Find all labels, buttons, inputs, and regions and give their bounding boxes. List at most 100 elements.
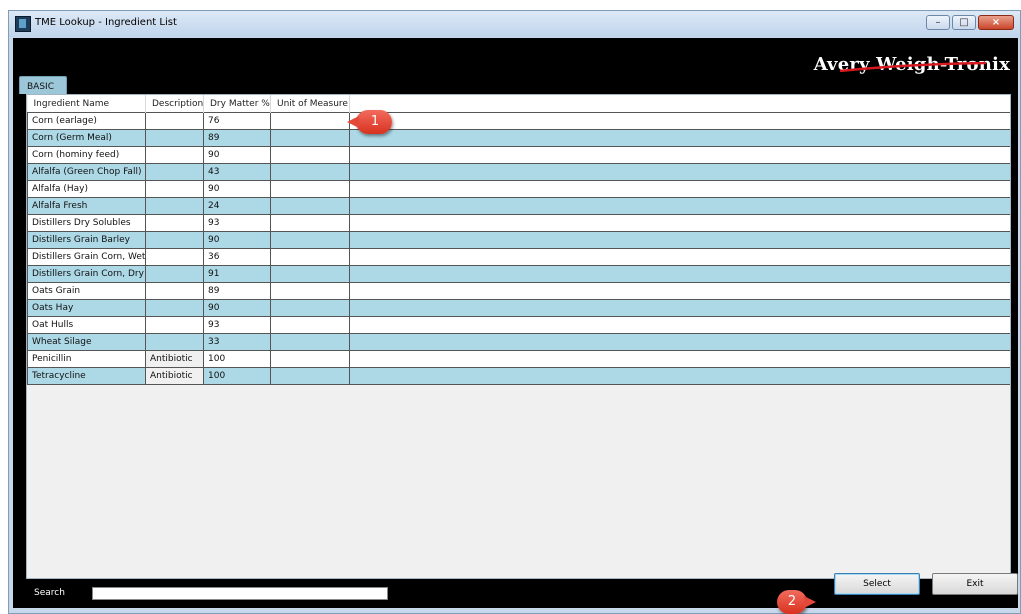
cell-unit-of-measure[interactable] <box>270 350 350 368</box>
cell-description[interactable] <box>145 299 204 317</box>
table-row[interactable]: Alfalfa (Hay) 90 <box>27 180 1010 198</box>
table-row[interactable]: Corn (hominy feed) 90 <box>27 146 1010 164</box>
cell-unit-of-measure[interactable] <box>270 282 350 300</box>
column-header-description[interactable]: Description <box>145 95 204 113</box>
cell-ingredient-name[interactable]: Distillers Grain Corn, Dry <box>27 265 146 283</box>
title-bar[interactable]: TME Lookup - Ingredient List – □ × <box>9 11 1020 37</box>
cell-description[interactable] <box>145 146 204 164</box>
cell-filler <box>349 231 1010 249</box>
cell-ingredient-name[interactable]: Oat Hulls <box>27 316 146 334</box>
table-row[interactable]: Tetracycline Antibiotic 100 <box>27 367 1010 385</box>
cell-unit-of-measure[interactable] <box>270 316 350 334</box>
cell-description[interactable] <box>145 231 204 249</box>
cell-unit-of-measure[interactable] <box>270 333 350 351</box>
column-header-unit-of-measure[interactable]: Unit of Measure <box>270 95 350 113</box>
callout-2: 2 <box>777 590 816 614</box>
table-row[interactable]: Distillers Grain Corn, Wet 36 <box>27 248 1010 266</box>
callout-1: 1 <box>347 110 392 134</box>
cell-dry-matter[interactable]: 93 <box>203 214 271 232</box>
cell-dry-matter[interactable]: 100 <box>203 350 271 368</box>
cell-filler <box>349 197 1010 215</box>
table-row[interactable]: Oat Hulls 93 <box>27 316 1010 334</box>
table-row[interactable]: Wheat Silage 33 <box>27 333 1010 351</box>
cell-dry-matter[interactable]: 36 <box>203 248 271 266</box>
cell-description[interactable] <box>145 163 204 181</box>
cell-description[interactable] <box>145 129 204 147</box>
table-row[interactable]: Distillers Grain Corn, Dry 91 <box>27 265 1010 283</box>
table-row[interactable]: Corn (earlage) 76 <box>27 112 1010 130</box>
cell-filler <box>349 350 1010 368</box>
column-header-ingredient-name[interactable]: Ingredient Name <box>27 95 146 113</box>
cell-unit-of-measure[interactable] <box>270 231 350 249</box>
table-row[interactable]: Distillers Dry Solubles 93 <box>27 214 1010 232</box>
cell-dry-matter[interactable]: 90 <box>203 146 271 164</box>
cell-ingredient-name[interactable]: Oats Hay <box>27 299 146 317</box>
tab-basic[interactable]: BASIC <box>19 76 67 94</box>
table-row[interactable]: Distillers Grain Barley 90 <box>27 231 1010 249</box>
cell-ingredient-name[interactable]: Alfalfa Fresh <box>27 197 146 215</box>
cell-ingredient-name[interactable]: Corn (hominy feed) <box>27 146 146 164</box>
cell-unit-of-measure[interactable] <box>270 197 350 215</box>
cell-ingredient-name[interactable]: Distillers Dry Solubles <box>27 214 146 232</box>
table-row[interactable]: Penicillin Antibiotic 100 <box>27 350 1010 368</box>
cell-description[interactable] <box>145 112 204 130</box>
cell-description[interactable] <box>145 316 204 334</box>
cell-dry-matter[interactable]: 93 <box>203 316 271 334</box>
cell-unit-of-measure[interactable] <box>270 214 350 232</box>
table-row[interactable]: Alfalfa (Green Chop Fall) 43 <box>27 163 1010 181</box>
cell-description[interactable] <box>145 265 204 283</box>
cell-unit-of-measure[interactable] <box>270 129 350 147</box>
exit-button[interactable]: Exit <box>932 573 1018 595</box>
cell-unit-of-measure[interactable] <box>270 112 350 130</box>
maximize-button[interactable]: □ <box>952 15 976 30</box>
app-icon <box>15 16 31 32</box>
select-button[interactable]: Select <box>834 573 920 595</box>
cell-dry-matter[interactable]: 90 <box>203 180 271 198</box>
cell-ingredient-name[interactable]: Alfalfa (Green Chop Fall) <box>27 163 146 181</box>
search-input[interactable] <box>92 587 388 600</box>
cell-description[interactable] <box>145 282 204 300</box>
cell-dry-matter[interactable]: 100 <box>203 367 271 385</box>
cell-dry-matter[interactable]: 76 <box>203 112 271 130</box>
cell-dry-matter[interactable]: 91 <box>203 265 271 283</box>
cell-unit-of-measure[interactable] <box>270 248 350 266</box>
cell-dry-matter[interactable]: 90 <box>203 299 271 317</box>
cell-ingredient-name[interactable]: Distillers Grain Corn, Wet <box>27 248 146 266</box>
cell-dry-matter[interactable]: 89 <box>203 282 271 300</box>
cell-description[interactable] <box>145 248 204 266</box>
cell-description[interactable] <box>145 214 204 232</box>
cell-ingredient-name[interactable]: Wheat Silage <box>27 333 146 351</box>
cell-dry-matter[interactable]: 89 <box>203 129 271 147</box>
cell-dry-matter[interactable]: 33 <box>203 333 271 351</box>
cell-unit-of-measure[interactable] <box>270 146 350 164</box>
close-button[interactable]: × <box>978 15 1014 30</box>
column-header-dry-matter[interactable]: Dry Matter % <box>203 95 271 113</box>
cell-description[interactable]: Antibiotic <box>145 350 204 368</box>
cell-unit-of-measure[interactable] <box>270 367 350 385</box>
cell-ingredient-name[interactable]: Distillers Grain Barley <box>27 231 146 249</box>
cell-dry-matter[interactable]: 90 <box>203 231 271 249</box>
cell-ingredient-name[interactable]: Corn (Germ Meal) <box>27 129 146 147</box>
cell-unit-of-measure[interactable] <box>270 299 350 317</box>
cell-ingredient-name[interactable]: Alfalfa (Hay) <box>27 180 146 198</box>
cell-ingredient-name[interactable]: Corn (earlage) <box>27 112 146 130</box>
cell-unit-of-measure[interactable] <box>270 163 350 181</box>
cell-dry-matter[interactable]: 24 <box>203 197 271 215</box>
cell-ingredient-name[interactable]: Oats Grain <box>27 282 146 300</box>
table-row[interactable]: Alfalfa Fresh 24 <box>27 197 1010 215</box>
cell-ingredient-name[interactable]: Penicillin <box>27 350 146 368</box>
table-row[interactable]: Oats Hay 90 <box>27 299 1010 317</box>
cell-filler <box>349 316 1010 334</box>
cell-unit-of-measure[interactable] <box>270 265 350 283</box>
minimize-button[interactable]: – <box>926 15 950 30</box>
cell-ingredient-name[interactable]: Tetracycline <box>27 367 146 385</box>
cell-description[interactable] <box>145 180 204 198</box>
table-row[interactable]: Corn (Germ Meal) 89 <box>27 129 1010 147</box>
cell-dry-matter[interactable]: 43 <box>203 163 271 181</box>
ingredient-grid[interactable]: Ingredient Name Description Dry Matter %… <box>26 94 1011 579</box>
cell-description[interactable] <box>145 197 204 215</box>
table-row[interactable]: Oats Grain 89 <box>27 282 1010 300</box>
cell-unit-of-measure[interactable] <box>270 180 350 198</box>
cell-description[interactable] <box>145 333 204 351</box>
cell-description[interactable]: Antibiotic <box>145 367 204 385</box>
